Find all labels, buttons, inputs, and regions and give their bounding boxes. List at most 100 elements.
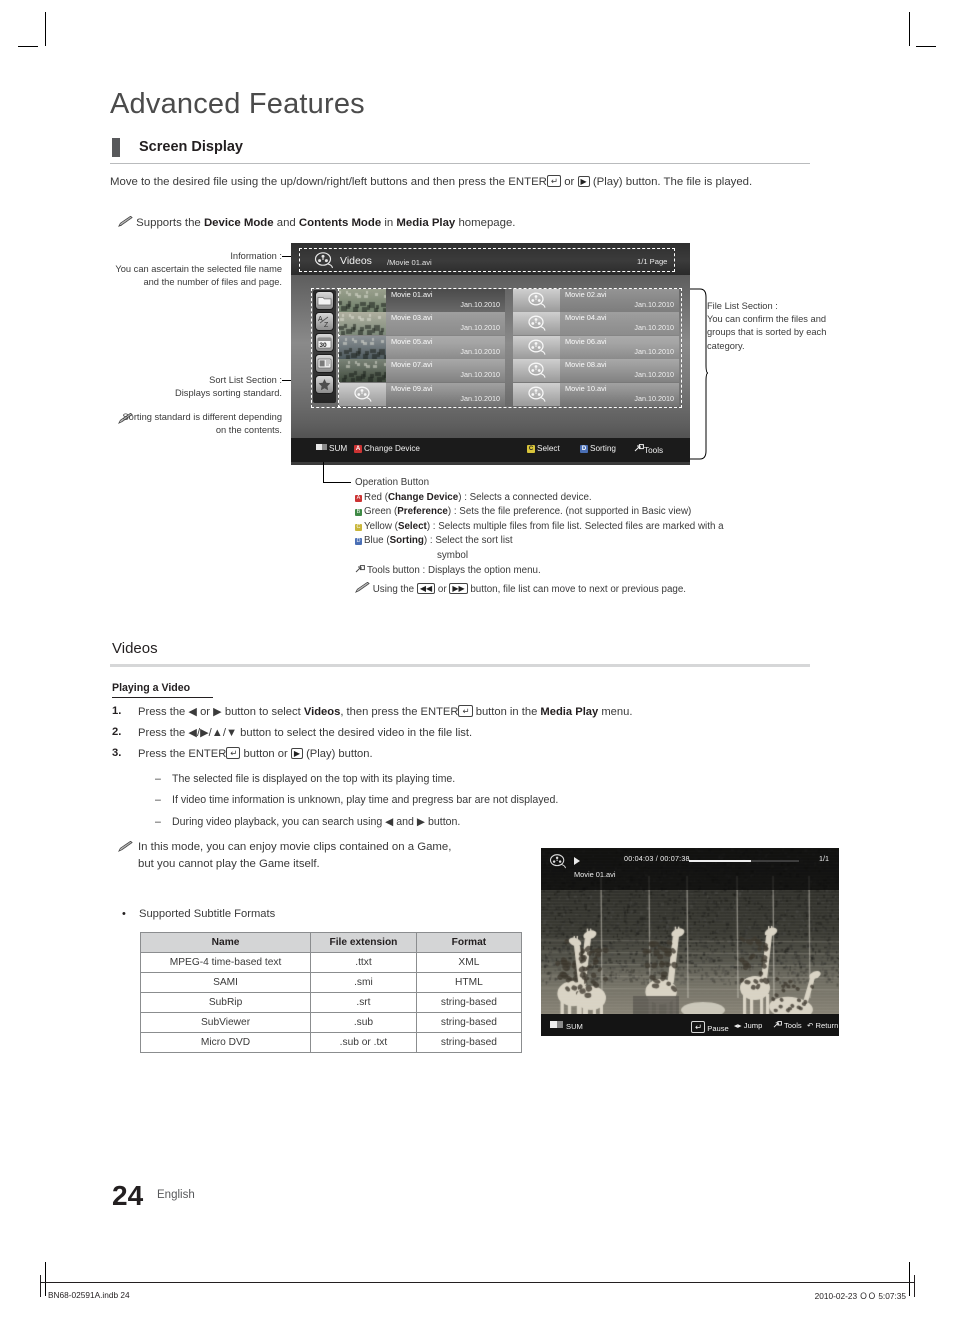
step-1-d: menu. (598, 706, 632, 718)
section-bar (112, 138, 120, 157)
op-note-pre: Using the (373, 584, 417, 595)
table-cell: SAMI (141, 973, 311, 993)
note-bold-media-play: Media Play (396, 217, 455, 229)
file-list-item[interactable]: Movie 06.avi Jan.10.2010 (513, 336, 679, 359)
op-select[interactable]: C Select (527, 444, 560, 453)
table-cell: string-based (416, 1013, 521, 1033)
section-rule (110, 163, 810, 164)
playback-tools[interactable]: Tools (773, 1021, 802, 1031)
file-thumbnail (339, 336, 386, 359)
film-reel-icon-2 (549, 854, 567, 869)
playback-time: 00:04:03 / 00:07:38 (624, 854, 690, 863)
table-cell: XML (416, 953, 521, 973)
table-row: Micro DVD .sub or .txt string-based (141, 1033, 522, 1053)
op-change-device[interactable]: A Change Device (354, 444, 420, 453)
op-row-post: ) : Sets the file preference. (not suppo… (448, 506, 691, 517)
op-select-label: Select (537, 444, 560, 453)
table-row: MPEG-4 time-based text .ttxt XML (141, 953, 522, 973)
file-reel-icon (513, 312, 560, 335)
table-cell: string-based (416, 993, 521, 1013)
color-key-icon-b: B (355, 509, 362, 516)
file-list-item[interactable]: Movie 08.avi Jan.10.2010 (513, 359, 679, 382)
bullet-dot: • (122, 908, 126, 920)
op-row-pre: Green ( (364, 506, 397, 517)
callout-sort-list-note: Sorting standard is different depending … (118, 411, 282, 437)
file-list-item[interactable]: Movie 07.avi Jan.10.2010 (339, 359, 505, 382)
file-date: Jan.10.2010 (634, 370, 674, 379)
footer-rule (40, 1282, 915, 1283)
file-date: Jan.10.2010 (634, 300, 674, 309)
playback-pause[interactable]: ↵ Pause (691, 1021, 729, 1033)
operation-button-row: D Blue (Sorting) : Select the sort list (355, 534, 805, 549)
op-row-pre: Blue ( (364, 535, 390, 546)
callout-information: Information : You can ascertain the sele… (110, 250, 282, 290)
playback-sum[interactable]: SUM (550, 1021, 583, 1031)
operation-button-rows: A Red (Change Device) : Selects a connect… (355, 491, 805, 549)
file-date: Jan.10.2010 (460, 370, 500, 379)
file-date: Jan.10.2010 (634, 323, 674, 332)
pencil-note-icon (118, 216, 133, 227)
operation-button-row: C Yellow (Select) : Selects multiple file… (355, 520, 805, 535)
progress-bar-track[interactable] (689, 860, 799, 862)
file-date: Jan.10.2010 (460, 323, 500, 332)
crop-mark-bottom-left-v (45, 1262, 46, 1296)
play-icon (574, 857, 580, 865)
callout-sort-list-title: Sort List Section : (110, 374, 282, 387)
screen-display-note: Supports the Device Mode and Contents Mo… (118, 215, 818, 232)
file-list-row: Movie 05.avi Jan.10.2010 Movie 06.avi Jan.1… (339, 336, 679, 359)
operation-button-tools-label: Tools button : Displays the option menu. (367, 565, 541, 576)
file-name: Movie 08.avi (565, 360, 607, 369)
file-list-item[interactable]: Movie 05.avi Jan.10.2010 (339, 336, 505, 359)
op-note-post: button, file list can move to next or pr… (468, 584, 686, 595)
note-text-pre: Supports the (136, 217, 204, 229)
file-list-item[interactable]: Movie 03.avi Jan.10.2010 (339, 312, 505, 335)
op-sum[interactable]: SUM (316, 444, 347, 453)
playback-page: 1/1 (819, 854, 829, 863)
callout-sort-list-note-text: Sorting standard is different depending … (122, 412, 282, 435)
table-cell: MPEG-4 time-based text (141, 953, 311, 973)
enter-key-icon-4: ↵ (691, 1021, 705, 1033)
file-list-item[interactable]: Movie 01.avi Jan.10.2010 (339, 289, 505, 312)
playback-pause-label: Pause (707, 1024, 729, 1033)
note-text-mid2: in (381, 217, 396, 229)
file-thumbnail (339, 312, 386, 335)
callout-information-body: You can ascertain the selected file name… (110, 263, 282, 289)
file-reel-icon (339, 383, 386, 406)
crop-mark-top-left-v (45, 12, 46, 46)
op-row-post: ) : Selects multiple files from file lis… (427, 521, 724, 532)
videos-rule (110, 664, 810, 667)
file-list-item[interactable]: Movie 09.avi Jan.10.2010 (339, 383, 505, 406)
remote-button-icon-2 (550, 1021, 563, 1028)
file-list-item[interactable]: Movie 02.avi Jan.10.2010 (513, 289, 679, 312)
section-heading-screen-display: Screen Display (139, 139, 243, 155)
callout-information-title: Information : (110, 250, 282, 263)
op-tools[interactable]: Tools (634, 444, 663, 455)
sort-icon-monitor[interactable] (316, 355, 333, 372)
sort-icon-alphabetical-a-z[interactable]: AZ (316, 313, 333, 330)
file-list-item[interactable]: Movie 04.avi Jan.10.2010 (513, 312, 679, 335)
playback-jump[interactable]: ◂▸ Jump (734, 1021, 762, 1030)
file-date: Jan.10.2010 (460, 394, 500, 403)
remote-button-icon (316, 444, 327, 450)
file-reel-icon (513, 359, 560, 382)
step-1-mediaplay: Media Play (540, 706, 598, 718)
progress-bar-fill (689, 860, 751, 862)
tv-header-page: 1/1 Page (637, 257, 667, 266)
op-sorting[interactable]: D Sorting (580, 444, 616, 453)
intro-text-2: or (564, 176, 574, 188)
op-note-mid: or (435, 584, 449, 595)
op-row-bold: Sorting (390, 535, 424, 546)
sort-icon-star-favorite[interactable] (316, 376, 333, 393)
table-row: SubViewer .sub string-based (141, 1013, 522, 1033)
manual-page: Advanced Features Screen Display Move to… (0, 0, 954, 1321)
section-heading-videos: Videos (112, 640, 158, 657)
table-header-cell: Format (416, 933, 521, 953)
bullet-dash-1: – (155, 773, 161, 785)
sort-icon-calendar-30[interactable]: 30 (316, 334, 333, 351)
bullet-dash-2: – (155, 794, 161, 806)
videos-bullet-3: During video playback, you can search us… (172, 816, 812, 828)
file-list-item[interactable]: Movie 10.avi Jan.10.2010 (513, 383, 679, 406)
playback-return[interactable]: ↶ Return (807, 1021, 838, 1030)
sort-icon-folder[interactable] (316, 292, 333, 309)
callout-file-list: File List Section : You can confirm the … (707, 300, 855, 353)
